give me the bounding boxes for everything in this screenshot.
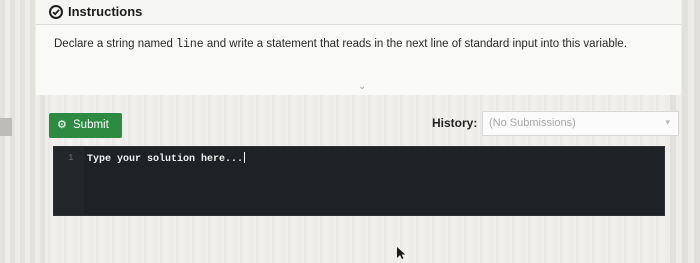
instructions-text-before: Declare a string named: [54, 38, 177, 50]
collapse-chevron-icon[interactable]: ⌄: [358, 81, 366, 92]
history-select[interactable]: (No Submissions) ▾: [482, 111, 679, 136]
left-edge-tab: [0, 118, 12, 136]
mouse-pointer-icon: [397, 247, 406, 259]
gear-icon: ⚙: [57, 119, 67, 131]
history-label: History:: [432, 116, 478, 130]
submit-button[interactable]: ⚙ Submit: [49, 113, 122, 138]
instructions-header[interactable]: Instructions: [36, 0, 681, 25]
instructions-panel: Declare a string named line and write a …: [36, 25, 681, 95]
instructions-title: Instructions: [68, 4, 143, 19]
instructions-text: Declare a string named line and write a …: [54, 36, 644, 53]
editor-line[interactable]: Type your solution here...: [87, 152, 246, 165]
text-cursor: [244, 152, 246, 163]
submit-label: Submit: [73, 119, 109, 131]
editor-placeholder: Type your solution here...: [87, 154, 244, 165]
editor-gutter: 1: [54, 147, 84, 215]
line-number: 1: [68, 153, 74, 163]
history-selected-value: (No Submissions): [489, 117, 576, 129]
instructions-text-after: and write a statement that reads in the …: [203, 38, 627, 50]
check-circle-icon: [49, 5, 63, 19]
instructions-code-term: line: [176, 38, 204, 51]
code-editor[interactable]: 1 Type your solution here...: [53, 146, 665, 216]
chevron-down-icon: ▾: [665, 117, 670, 127]
